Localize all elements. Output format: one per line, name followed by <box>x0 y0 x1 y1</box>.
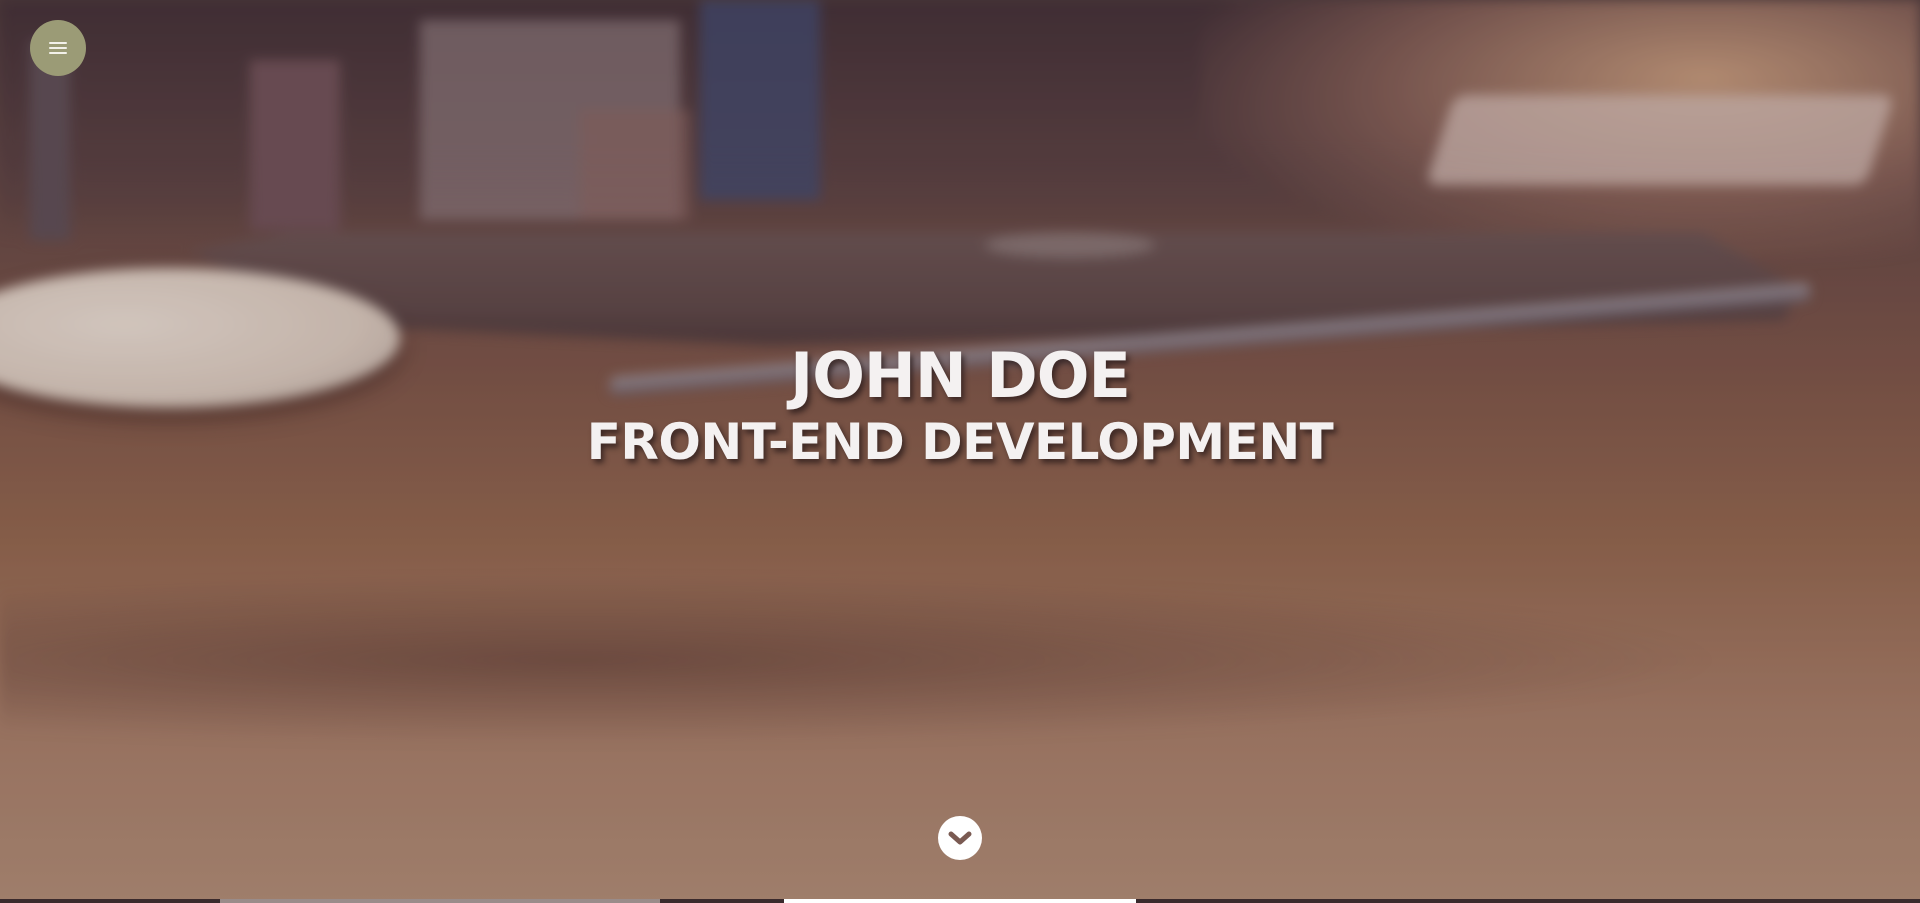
hamburger-icon <box>49 42 67 54</box>
chevron-down-icon <box>948 831 972 845</box>
scroll-down-button[interactable] <box>938 816 982 860</box>
hero-name: JOHN DOE <box>790 339 1131 412</box>
hero-title-block: JOHN DOE FRONT-END DEVELOPMENT <box>0 340 1920 472</box>
hero-role: FRONT-END DEVELOPMENT <box>586 413 1334 471</box>
hero-section: JOHN DOE FRONT-END DEVELOPMENT <box>0 0 1920 903</box>
menu-button[interactable] <box>30 20 86 76</box>
bottom-bar <box>0 899 1920 903</box>
